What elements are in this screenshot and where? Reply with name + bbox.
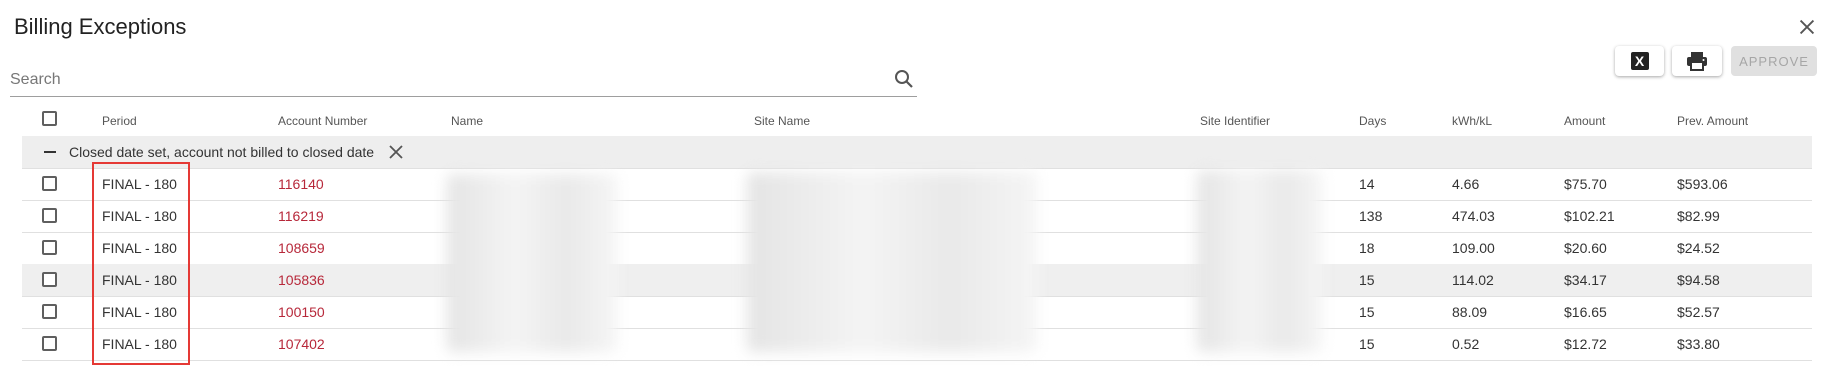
amount-cell: $16.65: [1564, 304, 1607, 320]
column-header-amount[interactable]: Amount: [1564, 114, 1605, 128]
row-checkbox[interactable]: [42, 208, 57, 223]
days-cell: 15: [1359, 304, 1375, 320]
account-number-link[interactable]: 108659: [278, 240, 325, 256]
column-header-site-identifier[interactable]: Site Identifier: [1200, 114, 1270, 128]
amount-cell: $12.72: [1564, 336, 1607, 352]
days-cell: 138: [1359, 208, 1383, 224]
prev-amount-cell: $24.52: [1677, 240, 1720, 256]
kwh-cell: 474.03: [1452, 208, 1495, 224]
period-cell: FINAL - 180: [102, 176, 177, 192]
column-header-period[interactable]: Period: [102, 114, 137, 128]
kwh-cell: 4.66: [1452, 176, 1480, 192]
row-checkbox[interactable]: [42, 336, 57, 351]
kwh-cell: 88.09: [1452, 304, 1488, 320]
kwh-cell: 109.00: [1452, 240, 1495, 256]
account-number-link[interactable]: 116219: [278, 208, 324, 224]
amount-cell: $20.60: [1564, 240, 1607, 256]
group-label: Closed date set, account not billed to c…: [69, 144, 375, 160]
site-identifier-column-redaction: [1197, 170, 1322, 352]
period-cell: FINAL - 180: [102, 208, 177, 224]
prev-amount-cell: $33.80: [1677, 336, 1720, 352]
search-input[interactable]: [10, 68, 870, 92]
print-button[interactable]: [1672, 46, 1722, 76]
period-cell: FINAL - 180: [102, 336, 177, 352]
table-header: Period Account Number Name Site Name Sit…: [22, 106, 1812, 137]
column-header-prev-amount[interactable]: Prev. Amount: [1677, 114, 1748, 128]
days-cell: 15: [1359, 272, 1375, 288]
kwh-cell: 114.02: [1452, 272, 1494, 288]
minus-icon[interactable]: [44, 151, 56, 153]
column-header-site-name[interactable]: Site Name: [754, 114, 810, 128]
account-number-link[interactable]: 107402: [278, 336, 325, 352]
close-icon[interactable]: [1796, 16, 1818, 38]
prev-amount-cell: $593.06: [1677, 176, 1728, 192]
prev-amount-cell: $52.57: [1677, 304, 1720, 320]
row-checkbox[interactable]: [42, 176, 57, 191]
account-number-link[interactable]: 116140: [278, 176, 324, 192]
days-cell: 14: [1359, 176, 1375, 192]
row-checkbox[interactable]: [42, 240, 57, 255]
search-field: [10, 64, 917, 97]
column-header-name[interactable]: Name: [451, 114, 483, 128]
amount-cell: $34.17: [1564, 272, 1607, 288]
kwh-cell: 0.52: [1452, 336, 1480, 352]
days-cell: 15: [1359, 336, 1375, 352]
period-cell: FINAL - 180: [102, 272, 177, 288]
dialog-title: Billing Exceptions: [14, 14, 187, 39]
print-icon: [1687, 52, 1707, 71]
search-icon[interactable]: [892, 67, 916, 91]
approve-button[interactable]: APPROVE: [1731, 46, 1817, 76]
days-cell: 18: [1359, 240, 1375, 256]
group-row: Closed date set, account not billed to c…: [22, 136, 1812, 169]
select-all-checkbox[interactable]: [42, 111, 57, 126]
column-header-days[interactable]: Days: [1359, 114, 1386, 128]
amount-cell: $102.21: [1564, 208, 1615, 224]
column-header-kwh[interactable]: kWh/kL: [1452, 114, 1492, 128]
name-column-redaction: [447, 174, 617, 352]
prev-amount-cell: $82.99: [1677, 208, 1720, 224]
column-header-account-number[interactable]: Account Number: [278, 114, 367, 128]
period-cell: FINAL - 180: [102, 240, 177, 256]
close-icon[interactable]: [388, 144, 404, 160]
period-cell: FINAL - 180: [102, 304, 177, 320]
amount-cell: $75.70: [1564, 176, 1607, 192]
site-name-column-redaction: [747, 172, 1037, 352]
prev-amount-cell: $94.58: [1677, 272, 1720, 288]
account-number-link[interactable]: 100150: [278, 304, 325, 320]
account-number-link[interactable]: 105836: [278, 272, 325, 288]
excel-icon: X: [1630, 52, 1649, 70]
row-checkbox[interactable]: [42, 272, 57, 287]
export-excel-button[interactable]: X: [1615, 46, 1664, 76]
row-checkbox[interactable]: [42, 304, 57, 319]
